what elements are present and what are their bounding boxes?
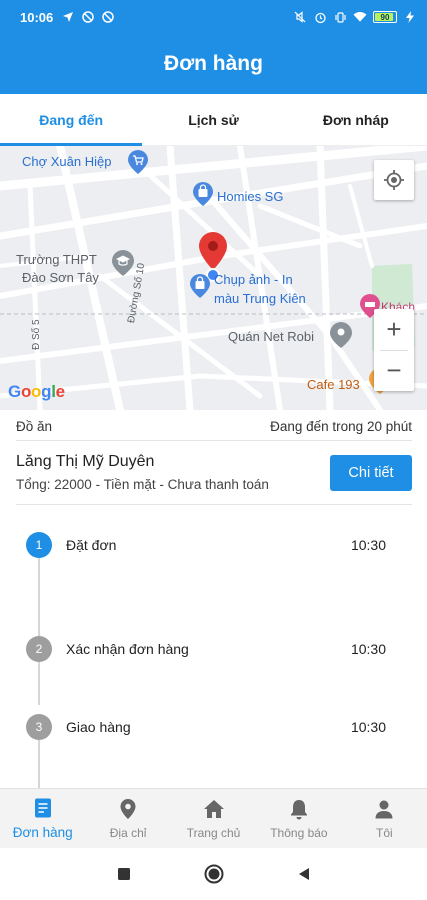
google-logo-letter: o (31, 382, 42, 401)
map-label-homies[interactable]: Homies SG (217, 189, 283, 204)
battery-level: 90 (380, 12, 390, 22)
nav-label: Thông báo (270, 825, 328, 840)
mute-icon (293, 10, 307, 24)
blocked-icon (81, 10, 95, 24)
home-icon (203, 799, 224, 818)
order-summary: Tổng: 22000 - Tiền mặt - Chưa thanh toán (16, 477, 269, 492)
page-title: Đơn hàng (164, 52, 263, 75)
map-label-cho-xuan-hiep[interactable]: Chợ Xuân Hiệp (22, 154, 111, 169)
step-number: 2 (26, 636, 52, 662)
back-button[interactable] (259, 867, 349, 881)
timeline-connector (38, 740, 40, 788)
step-number: 3 (26, 714, 52, 740)
nav-label: Trang chủ (186, 825, 241, 840)
timeline-step-2: 2 Xác nhận đơn hàng 10:30 (26, 636, 386, 662)
timeline-step-3: 3 Giao hàng 10:30 (26, 714, 386, 740)
map-label-quan-net[interactable]: Quán Net Robi (228, 329, 314, 344)
nav-item-trang-chu[interactable]: Trang chủ (171, 789, 256, 848)
map-view[interactable]: Chợ Xuân Hiệp Homies SG Trường THPT Đào … (0, 146, 427, 410)
battery-icon: 90 (373, 11, 397, 23)
zoom-controls: + − (374, 309, 414, 391)
my-location-button[interactable] (374, 160, 414, 200)
back-triangle-icon (298, 868, 309, 880)
app-bar: Đơn hàng (0, 34, 427, 94)
school-pin-icon[interactable] (112, 250, 134, 276)
map-label-cafe[interactable]: Cafe 193 (307, 377, 360, 392)
google-logo-letter: o (20, 382, 32, 401)
system-navigation-bar (0, 848, 427, 900)
timeline-step-1: 1 Đặt đơn 10:30 (26, 532, 386, 558)
order-text: Lăng Thị Mỹ Duyên Tổng: 22000 - Tiền mặt… (16, 453, 330, 492)
step-label: Đặt đơn (66, 537, 117, 553)
tab-lich-su[interactable]: Lịch sử (142, 94, 284, 145)
bottom-navigation: Đơn hàng Địa chỉ Trang chủ Thông báo Tôi (0, 788, 427, 848)
nav-item-dia-chi[interactable]: Địa chỉ (85, 789, 170, 848)
square-icon (117, 868, 130, 880)
customer-name: Lăng Thị Mỹ Duyên (16, 453, 155, 470)
step-label: Giao hàng (66, 719, 131, 735)
navigation-icon (61, 10, 75, 24)
step-number: 1 (26, 532, 52, 558)
destination-pin-icon[interactable] (199, 232, 227, 270)
wifi-icon (353, 10, 367, 24)
nav-label: Tôi (375, 825, 393, 840)
map-label-chup-anh-line2[interactable]: màu Trung Kiên (214, 291, 306, 306)
step-time: 10:30 (350, 537, 386, 553)
step-label: Xác nhận đơn hàng (66, 641, 189, 657)
vibrate-icon (333, 10, 347, 24)
status-bar: 10:06 90 (0, 0, 427, 34)
person-icon (375, 800, 393, 818)
shopping-cart-pin-icon[interactable] (128, 150, 148, 174)
order-timeline: 1 Đặt đơn 10:30 2 Xác nhận đơn hàng 10:3… (0, 505, 427, 788)
blocked-icon (101, 10, 115, 24)
nav-label: Địa chỉ (109, 825, 147, 840)
location-pin-icon (120, 798, 136, 819)
home-system-button[interactable] (169, 864, 259, 884)
tab-bar: Đang đến Lịch sử Đơn nháp (0, 94, 427, 146)
nav-item-toi[interactable]: Tôi (342, 789, 427, 848)
google-logo-letter: g (41, 382, 52, 401)
nav-item-don-hang[interactable]: Đơn hàng (0, 789, 85, 848)
order-status: Đang đến trong 20 phút (270, 418, 412, 434)
map-label-chup-anh-line1[interactable]: Chụp ảnh - In (214, 272, 293, 287)
zoom-in-button[interactable]: + (374, 309, 414, 350)
alarm-icon (313, 10, 327, 24)
google-logo-letter: G (8, 382, 21, 401)
tab-label: Đang đến (39, 111, 104, 128)
map-label-duong-so-5: Đ Số 5 (31, 319, 42, 350)
google-logo-letter: e (55, 382, 65, 401)
step-time: 10:30 (350, 719, 386, 735)
tab-label: Đơn nháp (322, 111, 389, 128)
tab-don-nhap[interactable]: Đơn nháp (285, 94, 427, 145)
order-category: Đồ ăn (16, 418, 53, 434)
shopping-bag-pin-icon[interactable] (193, 182, 213, 206)
status-icons-left (61, 10, 115, 24)
map-label-truong-line2[interactable]: Đào Sơn Tây (22, 270, 99, 285)
receipt-icon (34, 798, 51, 818)
google-logo: Google (8, 382, 65, 402)
recents-button[interactable] (79, 867, 169, 881)
step-time: 10:30 (350, 641, 386, 657)
map-label-truong-line1[interactable]: Trường THPT (16, 252, 97, 267)
order-card: Lăng Thị Mỹ Duyên Tổng: 22000 - Tiền mặt… (16, 441, 412, 505)
order-meta-row: Đồ ăn Đang đến trong 20 phút (16, 412, 412, 441)
timeline-connector (38, 662, 40, 705)
detail-button[interactable]: Chi tiết (330, 454, 412, 491)
charging-icon (403, 10, 417, 24)
tab-dang-den[interactable]: Đang đến (0, 94, 143, 146)
shopping-bag-pin-icon[interactable] (190, 274, 210, 298)
bell-icon (290, 799, 307, 819)
zoom-out-button[interactable]: − (374, 351, 414, 392)
circle-home-icon (204, 864, 223, 884)
nav-item-thong-bao[interactable]: Thông báo (256, 789, 341, 848)
nav-label: Đơn hàng (12, 825, 73, 840)
tab-label: Lịch sử (188, 111, 239, 128)
crosshair-icon (384, 170, 404, 190)
place-pin-icon[interactable] (330, 322, 352, 348)
status-icons-right: 90 (293, 10, 417, 24)
status-time: 10:06 (20, 9, 54, 25)
